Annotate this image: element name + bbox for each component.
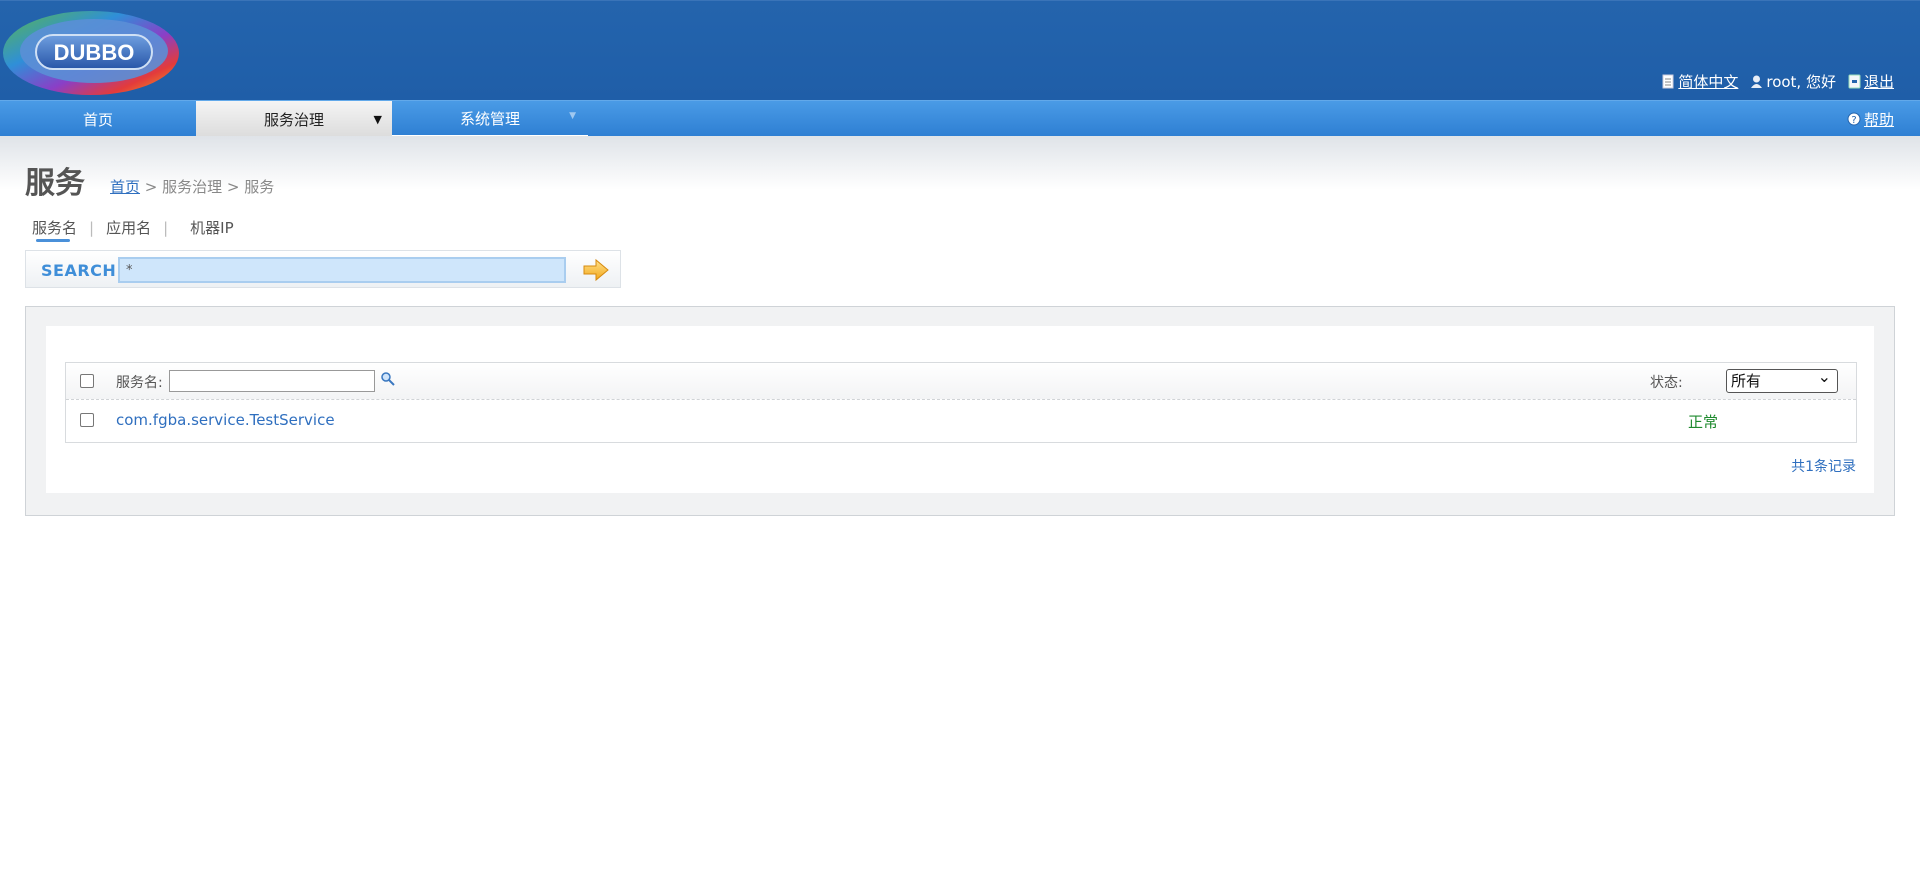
search-label: SEARCH (41, 261, 117, 280)
breadcrumb: 首页 > 服务治理 > 服务 (110, 176, 274, 197)
status-filter-select[interactable]: 所有 ⌄ (1726, 367, 1838, 393)
nav-item-system-management[interactable]: 系统管理 ▼ (392, 101, 588, 137)
dropdown-arrow-icon: ▼ (569, 111, 576, 121)
table-row: com.fgba.service.TestService 正常 (66, 400, 1856, 442)
nav-item-service-governance[interactable]: 服务治理 ▼ (196, 101, 392, 137)
service-table: 服务名: 状态: 所有 ⌄ com.fgba.service.TestServi… (65, 362, 1857, 443)
search-tab-application-name[interactable]: 应用名 (106, 217, 151, 238)
help-link[interactable]: 帮助 (1864, 109, 1894, 130)
search-go-arrow-icon[interactable] (582, 257, 610, 283)
content-inner: 服务名: 状态: 所有 ⌄ com.fgba.service.TestServi… (46, 326, 1874, 493)
status-filter-label: 状态: (1650, 375, 1683, 391)
page-title: 服务 (25, 166, 85, 201)
status-filter-value: 所有 (1731, 372, 1762, 390)
column-label-service-name: 服务名: (116, 375, 163, 391)
logout[interactable]: 退出 (1848, 71, 1894, 92)
logo-text: DUBBO (54, 40, 135, 65)
help[interactable]: ? 帮助 (1847, 101, 1894, 137)
document-icon (1662, 74, 1674, 89)
top-header: DUBBO 简体中文 root, 您好 退出 (0, 0, 1920, 100)
user-greeting: root, 您好 (1766, 73, 1836, 91)
service-filter-input[interactable] (169, 370, 375, 392)
language-switch[interactable]: 简体中文 (1662, 71, 1738, 92)
language-link[interactable]: 简体中文 (1678, 71, 1738, 92)
user-info: root, 您好 (1750, 71, 1836, 92)
top-links: 简体中文 root, 您好 退出 (1662, 71, 1894, 92)
search-bar: SEARCH (25, 250, 621, 288)
main-nav: 首页 服务治理 ▼ 系统管理 ▼ ? 帮助 (0, 100, 1920, 137)
svg-text:?: ? (1851, 115, 1856, 126)
breadcrumb-home-link[interactable]: 首页 (110, 178, 140, 196)
logout-link[interactable]: 退出 (1864, 71, 1894, 92)
dropdown-arrow-icon: ▼ (373, 112, 382, 126)
user-icon (1751, 75, 1763, 88)
search-icon[interactable] (380, 371, 396, 387)
content-panel: 服务名: 状态: 所有 ⌄ com.fgba.service.TestServi… (25, 306, 1895, 516)
search-input[interactable] (118, 257, 566, 283)
nav-item-home-label: 首页 (82, 110, 113, 129)
nav-shadow (0, 136, 1920, 190)
table-header: 服务名: 状态: 所有 ⌄ (66, 363, 1856, 400)
search-tabs: 服务名 | 应用名 | 机器IP (32, 217, 234, 242)
record-count: 共1条记录 (1791, 459, 1856, 475)
logout-icon (1848, 74, 1861, 89)
breadcrumb-path: > 服务治理 > 服务 (140, 178, 275, 196)
dubbo-logo[interactable]: DUBBO (0, 5, 182, 97)
row-checkbox[interactable] (80, 413, 94, 427)
search-tab-machine-ip[interactable]: 机器IP (190, 217, 233, 238)
select-all-checkbox[interactable] (80, 374, 94, 388)
nav-item-home[interactable]: 首页 (0, 101, 196, 137)
nav-item-service-governance-label: 服务治理 (263, 110, 324, 129)
tab-separator: | (163, 218, 169, 237)
help-icon: ? (1847, 112, 1861, 126)
search-tab-service-name[interactable]: 服务名 (32, 217, 77, 242)
nav-item-system-management-label: 系统管理 (459, 109, 520, 128)
service-status: 正常 (1688, 413, 1719, 431)
tab-separator: | (89, 218, 95, 237)
service-link[interactable]: com.fgba.service.TestService (116, 411, 335, 429)
chevron-down-icon: ⌄ (1817, 367, 1831, 386)
